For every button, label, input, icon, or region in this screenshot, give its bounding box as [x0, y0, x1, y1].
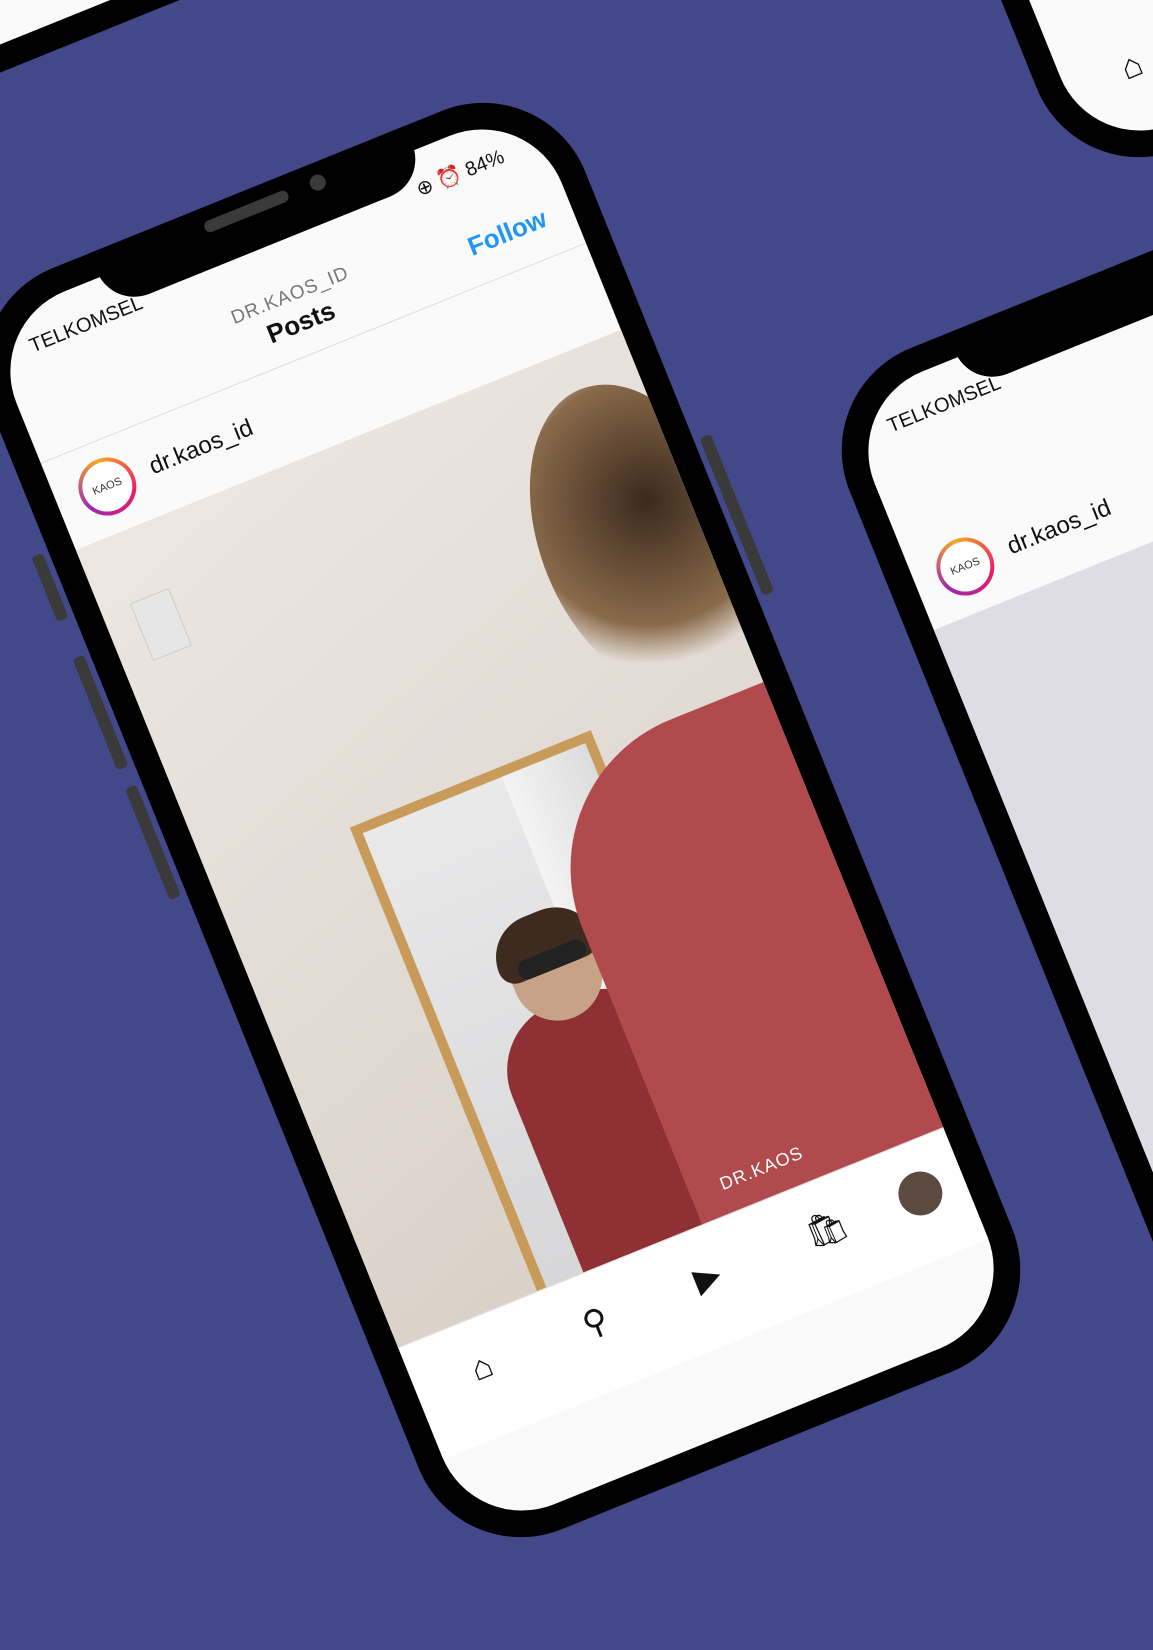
phone-screen: ⌂ ⚲ [602, 0, 1153, 157]
phone-screen: ⚲ [0, 0, 318, 137]
wall-light-switch [129, 587, 193, 662]
home-icon[interactable]: ⌂ [1115, 45, 1149, 89]
search-icon[interactable]: ⚲ [576, 1299, 614, 1345]
lock-rotation-icon: ⊕ [413, 174, 438, 202]
mute-switch [31, 552, 69, 623]
avatar[interactable]: KAOS [927, 528, 1004, 605]
background-phone-top-left: ⚲ [0, 0, 352, 171]
battery-percent: 84% [462, 145, 508, 182]
avatar[interactable]: KAOS [69, 448, 146, 525]
avatar-logo: KAOS [74, 454, 140, 520]
reels-icon[interactable]: ▶ [688, 1254, 727, 1301]
volume-up-button [72, 654, 129, 771]
phone-screen: TELKOMSEL ⊕ ⏰ 84% DR.KAOS_ID Posts Follo… [0, 103, 1020, 1537]
post-username[interactable]: dr.kaos_id [1003, 494, 1115, 561]
front-camera [307, 172, 329, 193]
alarm-icon: ⏰ [433, 163, 466, 193]
volume-down-button [124, 784, 182, 901]
profile-avatar[interactable] [891, 1164, 950, 1223]
post-username[interactable]: dr.kaos_id [145, 414, 257, 481]
speaker-grille [202, 189, 291, 234]
phone-screen: TELKOMSEL KAOS dr.kaos_id [842, 183, 1153, 1617]
home-icon[interactable]: ⌂ [465, 1346, 499, 1390]
avatar-logo: KAOS [932, 534, 998, 600]
main-phone: TELKOMSEL ⊕ ⏰ 84% DR.KAOS_ID Posts Follo… [0, 69, 1054, 1571]
carrier-label: TELKOMSEL [884, 372, 1004, 438]
background-phone-top-right: ⌂ ⚲ [568, 0, 1153, 191]
shop-icon[interactable]: 🛍 [799, 1203, 854, 1256]
